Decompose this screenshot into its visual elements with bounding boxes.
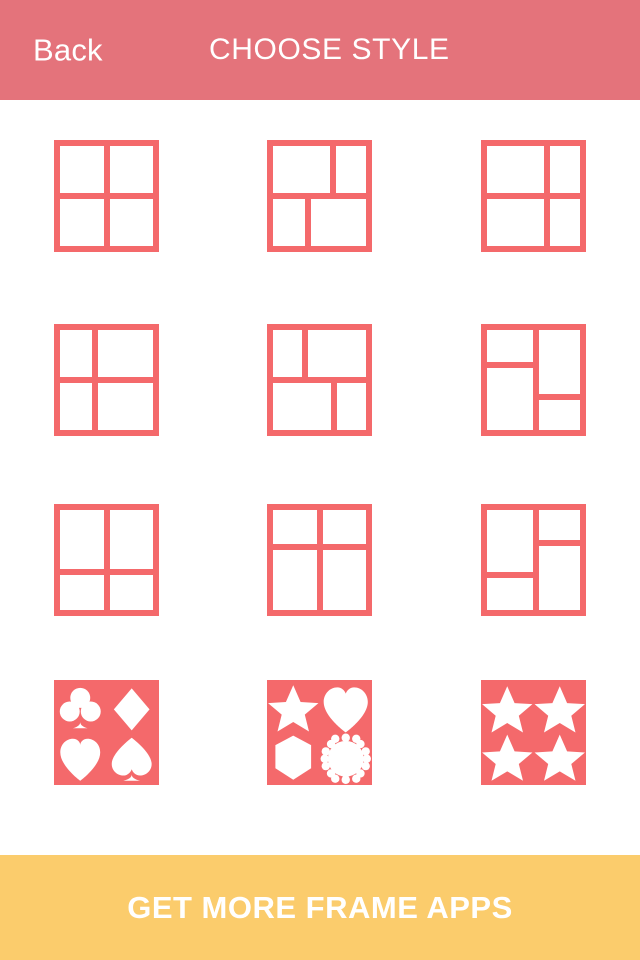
divider-horizontal	[54, 569, 160, 575]
app-header: Back CHOOSE STYLE	[0, 0, 640, 100]
style-thumbnail	[267, 680, 373, 785]
style-row	[0, 504, 640, 616]
divider-horizontal	[267, 377, 373, 383]
shape-frame	[267, 680, 373, 785]
divider-horizontal	[54, 193, 160, 199]
club-icon	[59, 687, 101, 729]
style-thumbnail	[267, 140, 373, 252]
style-option-shapes-four-stars[interactable]	[427, 680, 640, 785]
style-option-grid-2x2-even[interactable]	[0, 140, 213, 252]
style-thumbnail	[54, 680, 160, 785]
back-button[interactable]: Back	[33, 35, 103, 66]
divider-horizontal-left	[480, 362, 539, 368]
shape-frame	[54, 680, 160, 785]
shape-frame	[480, 680, 586, 785]
spade-icon	[111, 737, 152, 781]
style-thumbnail	[267, 324, 373, 436]
page-title: CHOOSE STYLE	[209, 33, 450, 66]
divider-horizontal-right	[532, 540, 586, 546]
style-option-grid-2x2-tall-bottom[interactable]	[213, 504, 426, 616]
divider-vertical-top	[330, 140, 337, 193]
style-thumbnail	[480, 140, 586, 252]
heart-icon	[324, 687, 369, 733]
style-row	[0, 140, 640, 252]
style-grid	[0, 100, 640, 855]
star-icon	[534, 686, 585, 733]
style-option-shapes-card-suits[interactable]	[0, 680, 213, 785]
divider-vertical-bottom	[305, 193, 312, 252]
divider-horizontal	[480, 193, 586, 199]
star-icon	[534, 734, 585, 781]
frame-outline	[480, 324, 586, 436]
style-thumbnail	[480, 504, 586, 616]
style-option-grid-2x2-wide-left[interactable]	[427, 140, 640, 252]
divider-vertical-top	[302, 324, 309, 377]
style-thumbnail	[480, 324, 586, 436]
star-icon	[481, 734, 533, 781]
divider-vertical	[103, 504, 110, 616]
star-icon	[268, 685, 319, 732]
style-option-grid-2x2-wide-right[interactable]	[0, 324, 213, 436]
banner-label: GET MORE FRAME APPS	[127, 890, 513, 925]
style-option-top-wide-left-bottom-wide-right[interactable]	[213, 140, 426, 252]
hexagon-icon	[275, 735, 312, 780]
divider-vertical	[316, 504, 323, 616]
style-thumbnail	[54, 140, 160, 252]
style-option-grid-2x2-tall-top[interactable]	[0, 504, 213, 616]
diamond-icon	[114, 688, 150, 731]
style-thumbnail	[480, 680, 586, 785]
divider-vertical-bottom	[331, 377, 338, 436]
style-thumbnail	[267, 504, 373, 616]
style-option-shapes-mixed[interactable]	[213, 680, 426, 785]
style-row	[0, 324, 640, 436]
style-thumbnail	[54, 324, 160, 436]
heart-icon	[60, 738, 101, 781]
divider-horizontal	[54, 377, 160, 383]
style-thumbnail	[54, 504, 160, 616]
style-option-left-short-top-right-tall-top[interactable]	[427, 324, 640, 436]
style-row	[0, 680, 640, 785]
frame-outline	[480, 504, 586, 616]
divider-horizontal-left	[480, 572, 539, 578]
burst-icon	[321, 733, 372, 784]
get-more-frame-apps-button[interactable]: GET MORE FRAME APPS	[0, 855, 640, 960]
divider-horizontal	[267, 193, 373, 199]
divider-horizontal-right	[532, 394, 586, 400]
style-option-top-narrow-left-bottom-wide-left[interactable]	[213, 324, 426, 436]
divider-horizontal	[267, 544, 373, 550]
style-option-left-tall-top-right-short-top[interactable]	[427, 504, 640, 616]
star-icon	[481, 686, 533, 733]
